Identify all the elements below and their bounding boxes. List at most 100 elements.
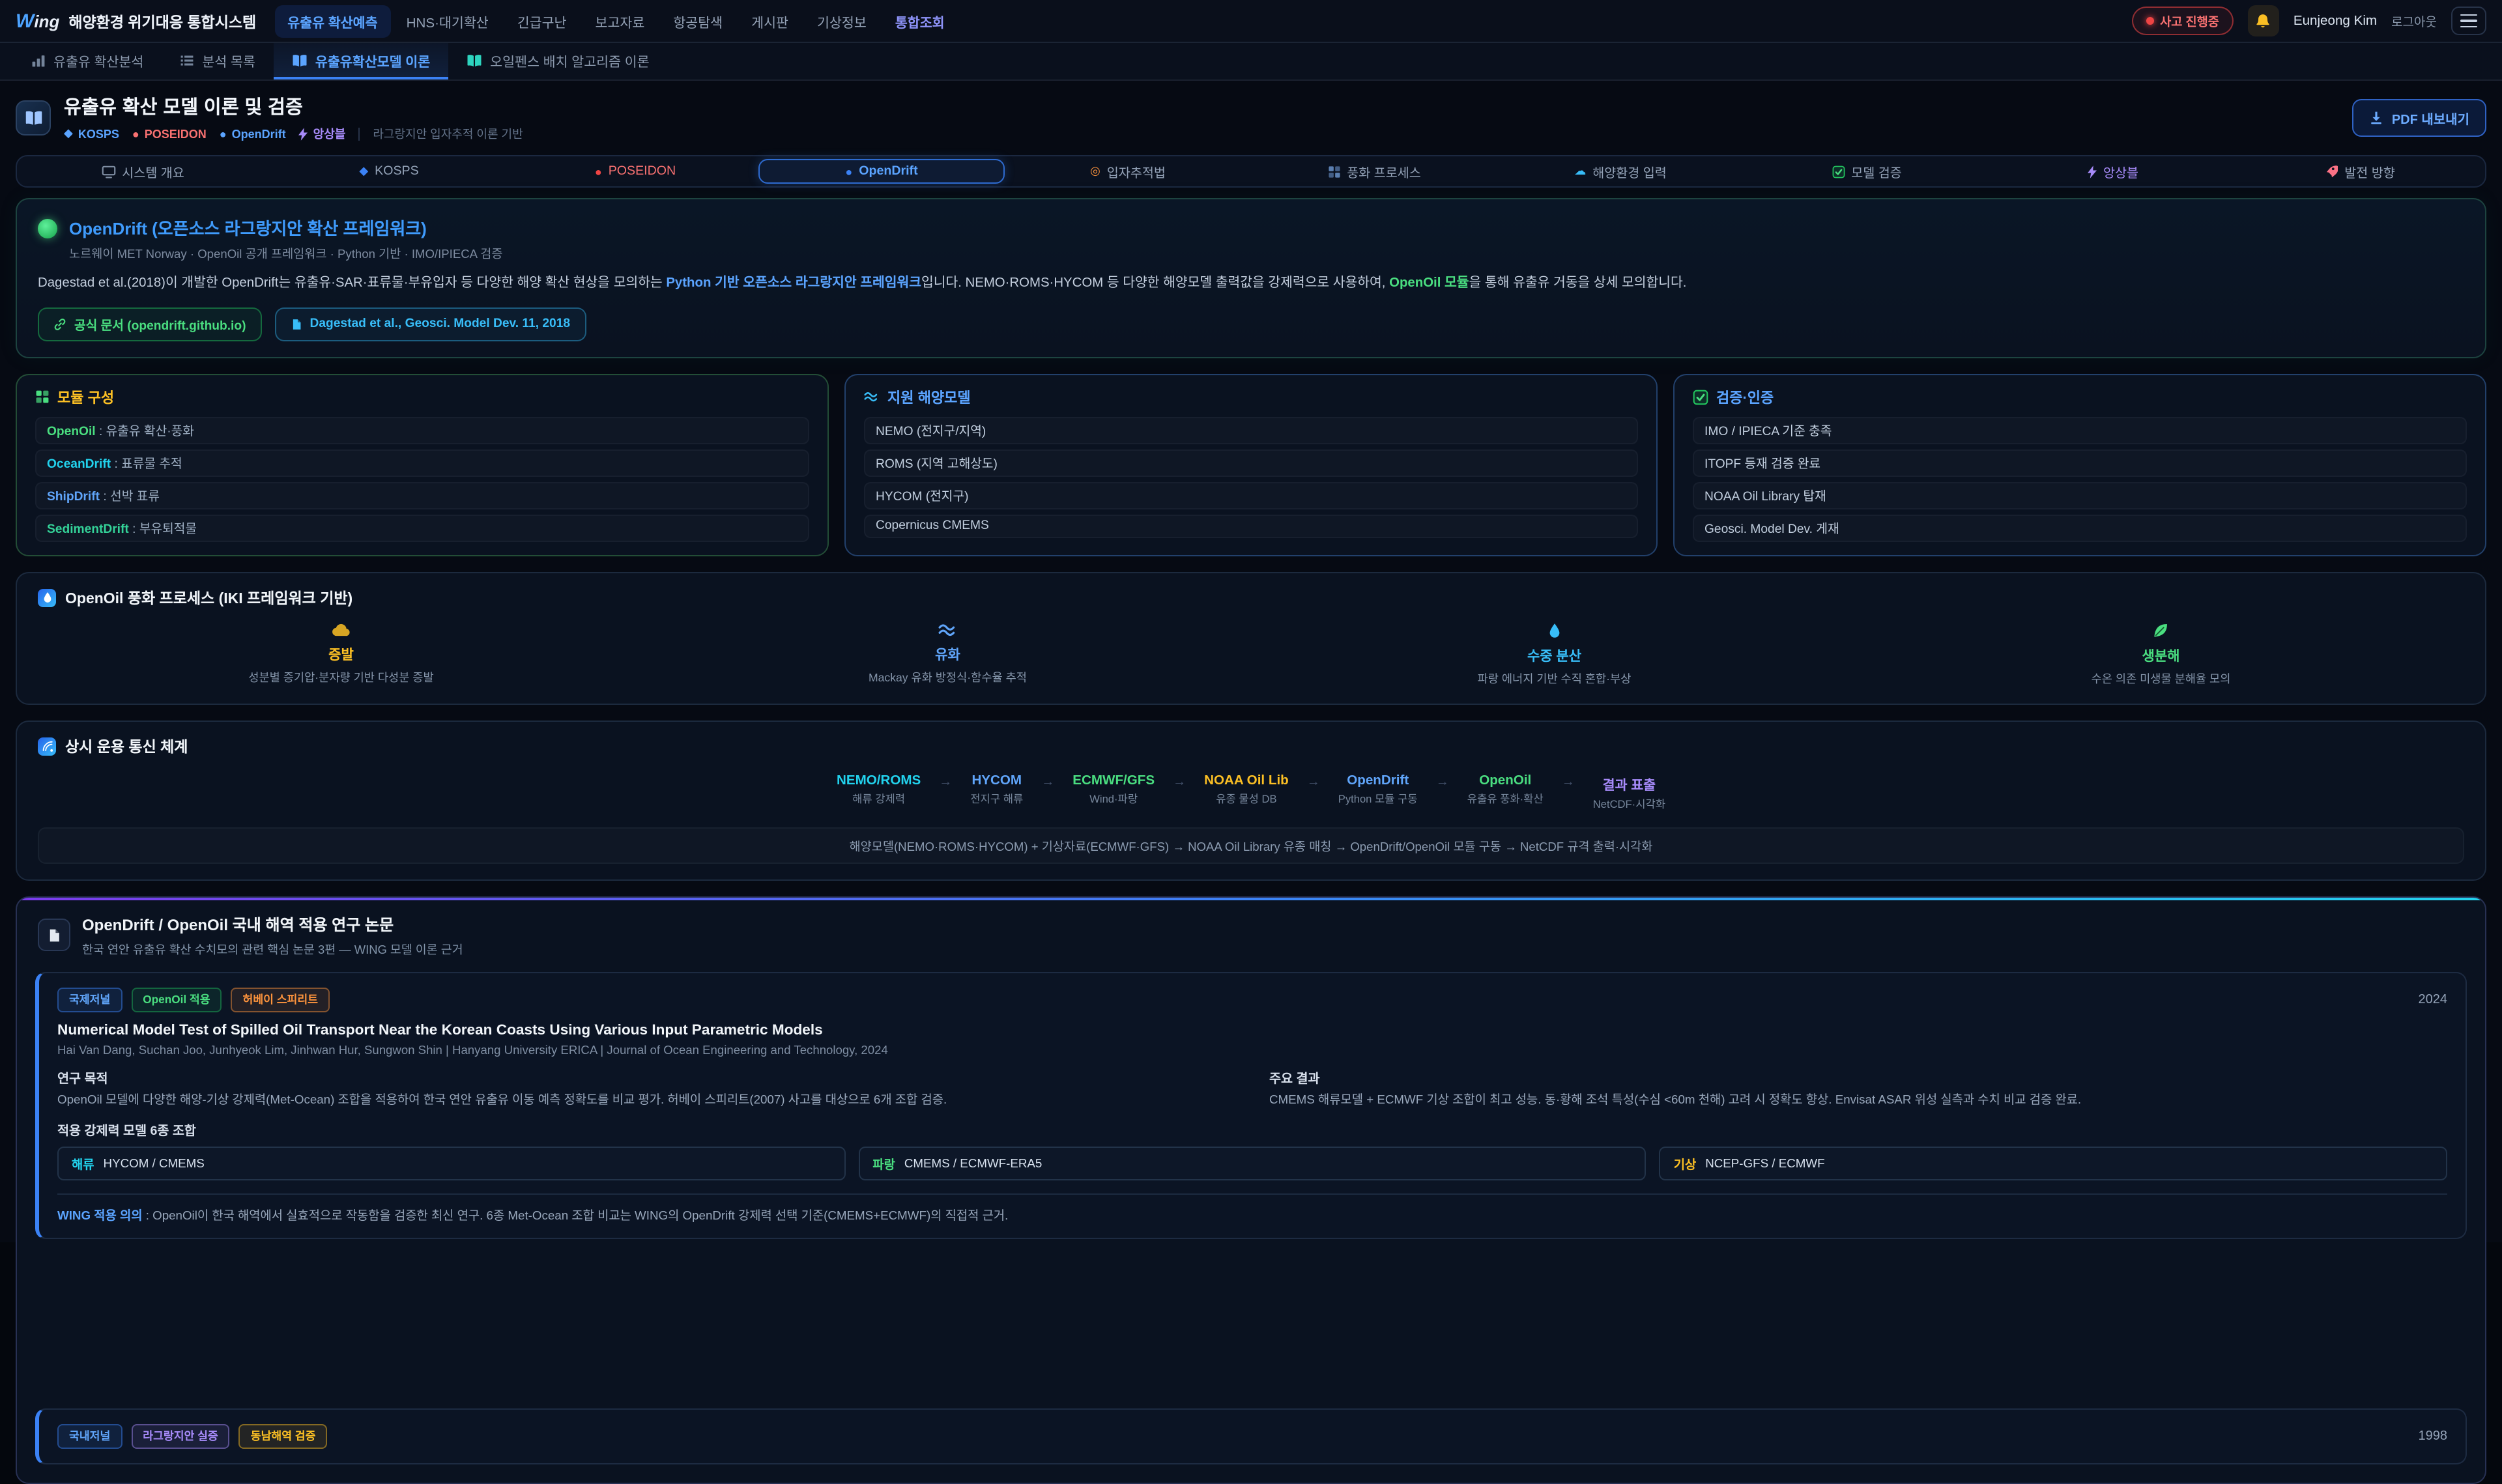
droplet-icon xyxy=(1548,623,1561,638)
poseidon-dot-icon: ● xyxy=(595,165,602,178)
app-title: 해양환경 위기대응 통합시스템 xyxy=(68,11,256,32)
flow-arrow-icon: → xyxy=(1562,775,1575,790)
forcing-wave: 파랑CMEMS / ECMWF-ERA5 xyxy=(858,1147,1646,1180)
modules-grid-icon xyxy=(35,390,50,405)
section-tab-system-overview[interactable]: 시스템 개요 xyxy=(20,159,266,184)
supported-ocean-models-card: 지원 해양모델 NEMO (전지구/지역) ROMS (지역 고해상도) HYC… xyxy=(844,374,1658,556)
logout-button[interactable]: 로그아웃 xyxy=(2391,12,2437,30)
evaporation-cloud-icon xyxy=(332,623,351,637)
nav-item-board[interactable]: 게시판 xyxy=(738,5,801,37)
info-cards-row: 모듈 구성 OpenOil : 유출유 확산·풍화 OceanDrift : 표… xyxy=(16,374,2486,556)
logo-w-icon: W xyxy=(16,10,34,32)
forcing-current: 해류HYCOM / CMEMS xyxy=(57,1147,845,1180)
pipeline-title: 상시 운용 통신 체계 xyxy=(65,736,188,757)
module-item: OceanDrift : 표류물 추적 xyxy=(35,449,809,477)
subtab-oil-fence-algorithm-theory[interactable]: 오일펜스 배치 알고리즘 이론 xyxy=(448,43,668,79)
sub-navigation: 유출유 확산분석 분석 목록 유출유확산모델 이론 오일펜스 배치 알고리즘 이… xyxy=(0,43,2502,81)
section-tab-weathering-process[interactable]: 풍화 프로세스 xyxy=(1251,159,1497,184)
link-icon xyxy=(53,318,66,331)
user-name[interactable]: Eunjeong Kim xyxy=(2294,14,2377,28)
section-tab-poseidon[interactable]: ● POSEIDON xyxy=(512,159,758,184)
book-icon xyxy=(467,53,482,67)
check-square-icon xyxy=(1832,165,1845,178)
tag-southeast-sea-validation: 동남해역 검증 xyxy=(239,1424,328,1449)
badge-poseidon: ● POSEIDON xyxy=(132,127,207,140)
flow-arrow-icon: → xyxy=(1307,775,1320,790)
section-tab-ensemble[interactable]: 앙상블 xyxy=(1990,159,2236,184)
paper-tags: 국내저널 라그랑지안 실증 동남해역 검증 1998 xyxy=(57,1424,2447,1449)
kosps-diamond-icon: ◆ xyxy=(64,126,73,141)
app-logo[interactable]: W ing 해양환경 위기대응 통합시스템 xyxy=(16,10,256,32)
official-docs-link[interactable]: 공식 문서 (opendrift.github.io) xyxy=(38,307,262,341)
grid-icon xyxy=(1327,165,1340,178)
hamburger-menu-button[interactable] xyxy=(2451,7,2486,35)
page-title: 유출유 확산 모델 이론 및 검증 xyxy=(64,93,523,120)
paper-year: 2024 xyxy=(2419,993,2448,1007)
pipeline-node: 결과 표출NetCDF·시각화 xyxy=(1593,774,1665,812)
ocean-model-item: HYCOM (전지구) xyxy=(864,482,1638,509)
paper-title: Numerical Model Test of Spilled Oil Tran… xyxy=(57,1023,2447,1038)
purpose-text: OpenOil 모델에 다양한 해양-기상 강제력(Met-Ocean) 조합을… xyxy=(57,1091,1235,1109)
validation-item: Geosci. Model Dev. 게재 xyxy=(1693,515,2467,542)
nav-item-emergency-rescue[interactable]: 긴급구난 xyxy=(504,5,580,37)
flow-arrow-icon: → xyxy=(1436,775,1449,790)
paper-columns: 연구 목적 OpenOil 모델에 다양한 해양-기상 강제력(Met-Ocea… xyxy=(57,1068,2447,1109)
forcing-weather: 기상NCEP-GFS / ECMWF xyxy=(1660,1147,2447,1180)
tag-international-journal: 국제저널 xyxy=(57,988,122,1012)
nav-item-integrated-search[interactable]: 통합조회 xyxy=(882,5,958,37)
particle-ring-icon: ◎ xyxy=(1090,164,1100,178)
leaf-icon xyxy=(2153,623,2169,638)
nav-item-oil-spill-prediction[interactable]: 유출유 확산예측 xyxy=(274,5,390,37)
weathering-title: OpenOil 풍화 프로세스 (IKI 프레임워크 기반) xyxy=(65,588,352,608)
pdf-export-button[interactable]: PDF 내보내기 xyxy=(2353,98,2486,136)
nav-item-reports[interactable]: 보고자료 xyxy=(582,5,658,37)
opendrift-subtitle: 노르웨이 MET Norway · OpenOil 공개 프레임워크 · Pyt… xyxy=(69,244,502,262)
subtab-oil-spill-analysis[interactable]: 유출유 확산분석 xyxy=(13,43,162,79)
wave-icon xyxy=(864,392,880,403)
nav-item-hns-air-diffusion[interactable]: HNS·대기확산 xyxy=(394,5,502,37)
weathering-grid: 증발 성분별 증기압·분자량 기반 다성분 증발 유화 Mackay 유화 방정… xyxy=(38,623,2464,687)
process-chip-icon xyxy=(38,589,56,607)
subtab-diffusion-model-theory[interactable]: 유출유확산모델 이론 xyxy=(274,43,448,79)
validation-certification-card: 검증·인증 IMO / IPIECA 기준 충족 ITOPF 등재 검증 완료 … xyxy=(1673,374,2486,556)
main-content: OpenDrift (오픈소스 라그랑지안 확산 프레임워크) 노르웨이 MET… xyxy=(0,188,2502,1484)
section-tab-particle-tracking[interactable]: ◎ 입자추적법 xyxy=(1005,159,1251,184)
wing-significance-note: WING 적용 의의 : OpenOil이 한국 해역에서 실효적으로 작동함을… xyxy=(57,1193,2447,1223)
list-icon xyxy=(180,53,194,67)
forcing-row: 해류HYCOM / CMEMS 파랑CMEMS / ECMWF-ERA5 기상N… xyxy=(57,1147,2447,1180)
section-tab-model-validation[interactable]: 모델 검증 xyxy=(1744,159,1990,184)
bell-icon xyxy=(2255,12,2272,29)
opendrift-dot-icon: ● xyxy=(220,127,227,140)
pipeline-node: OpenDriftPython 모듈 구동 xyxy=(1338,774,1418,806)
rocket-icon xyxy=(2323,164,2338,178)
paper-authors: Hai Van Dang, Suchan Joo, Junhyeok Lim, … xyxy=(57,1044,2447,1057)
research-subtitle: 한국 연안 유출유 확산 수치모의 관련 핵심 논문 3편 — WING 모델 … xyxy=(82,939,463,958)
opendrift-overview-card: OpenDrift (오픈소스 라그랑지안 확산 프레임워크) 노르웨이 MET… xyxy=(16,198,2486,358)
monitor-icon xyxy=(101,165,115,178)
nav-item-weather-info[interactable]: 기상정보 xyxy=(804,5,880,37)
section-tabs: 시스템 개요 ◆ KOSPS ● POSEIDON ● OpenDrift ◎ … xyxy=(16,155,2486,188)
ocean-model-item: ROMS (지역 고해상도) xyxy=(864,449,1638,477)
pipeline-node: OpenOil유출유 풍화·확산 xyxy=(1467,774,1544,806)
divider xyxy=(358,127,360,140)
pipeline-node: NOAA Oil Lib유종 물성 DB xyxy=(1204,774,1289,806)
research-papers-section: OpenDrift / OpenOil 국내 해역 적용 연구 논문 한국 연안… xyxy=(16,896,2486,1484)
results-label: 주요 결과 xyxy=(1269,1068,2447,1087)
section-tab-ocean-env-input[interactable]: ☁ 해양환경 입력 xyxy=(1497,159,1744,184)
tag-hebei-spirit: 허베이 스피리트 xyxy=(231,988,330,1012)
citation-link[interactable]: Dagestad et al., Geosci. Model Dev. 11, … xyxy=(275,307,586,341)
pipeline-node: ECMWF/GFSWind·파랑 xyxy=(1072,774,1155,806)
section-tab-future-direction[interactable]: 발전 방향 xyxy=(2236,159,2482,184)
notifications-button[interactable] xyxy=(2248,5,2279,36)
signal-chip-icon xyxy=(38,737,56,756)
pipeline-node: HYCOM전지구 해류 xyxy=(970,774,1023,806)
subtab-analysis-list[interactable]: 분석 목록 xyxy=(162,43,274,79)
check-square-icon xyxy=(1693,390,1708,405)
process-biodegradation: 생분해 수온 의존 미생물 분해율 모의 xyxy=(1858,623,2464,687)
section-tab-opendrift[interactable]: ● OpenDrift xyxy=(758,159,1005,184)
nav-item-aerial-search[interactable]: 항공탐색 xyxy=(660,5,736,37)
section-tab-kosps[interactable]: ◆ KOSPS xyxy=(266,159,512,184)
card-title: 모듈 구성 xyxy=(57,387,114,408)
lightning-icon xyxy=(299,127,308,140)
incident-status-badge[interactable]: 사고 진행중 xyxy=(2131,7,2234,35)
